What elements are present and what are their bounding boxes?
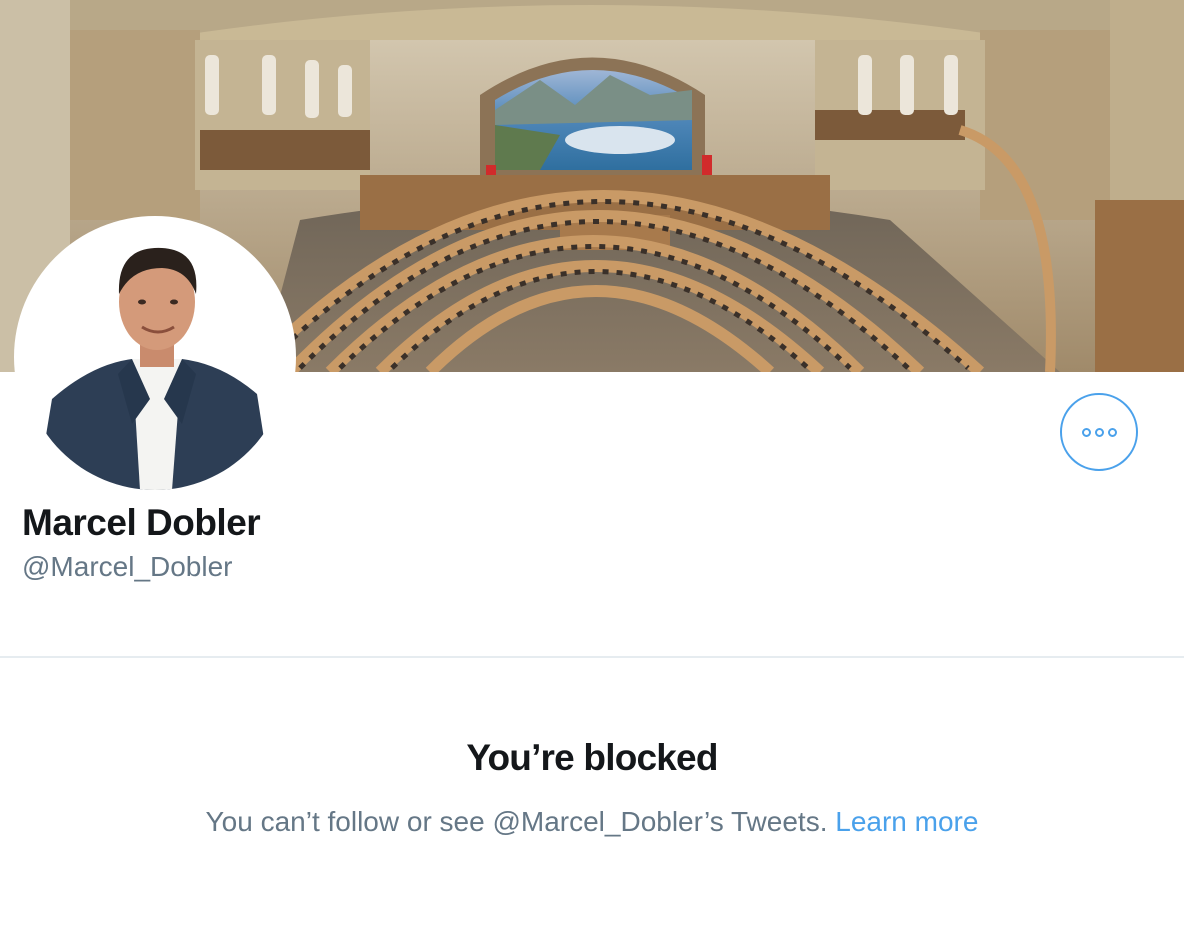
learn-more-link[interactable]: Learn more — [835, 806, 978, 837]
more-options-icon — [1107, 427, 1117, 437]
more-options-icon — [1081, 427, 1091, 437]
profile-name: Marcel Dobler — [22, 502, 261, 543]
avatar-portrait — [22, 224, 288, 490]
more-options-button[interactable] — [1060, 393, 1138, 471]
profile-avatar[interactable] — [14, 216, 296, 498]
blocked-message: You can’t follow or see @Marcel_Dobler’s… — [205, 806, 828, 837]
blocked-title: You’re blocked — [466, 737, 718, 778]
blocked-message-row: You can’t follow or see @Marcel_Dobler’s… — [0, 806, 1184, 838]
profile-handle: @Marcel_Dobler — [22, 551, 233, 582]
section-divider — [0, 656, 1184, 658]
more-options-icon — [1094, 427, 1104, 437]
